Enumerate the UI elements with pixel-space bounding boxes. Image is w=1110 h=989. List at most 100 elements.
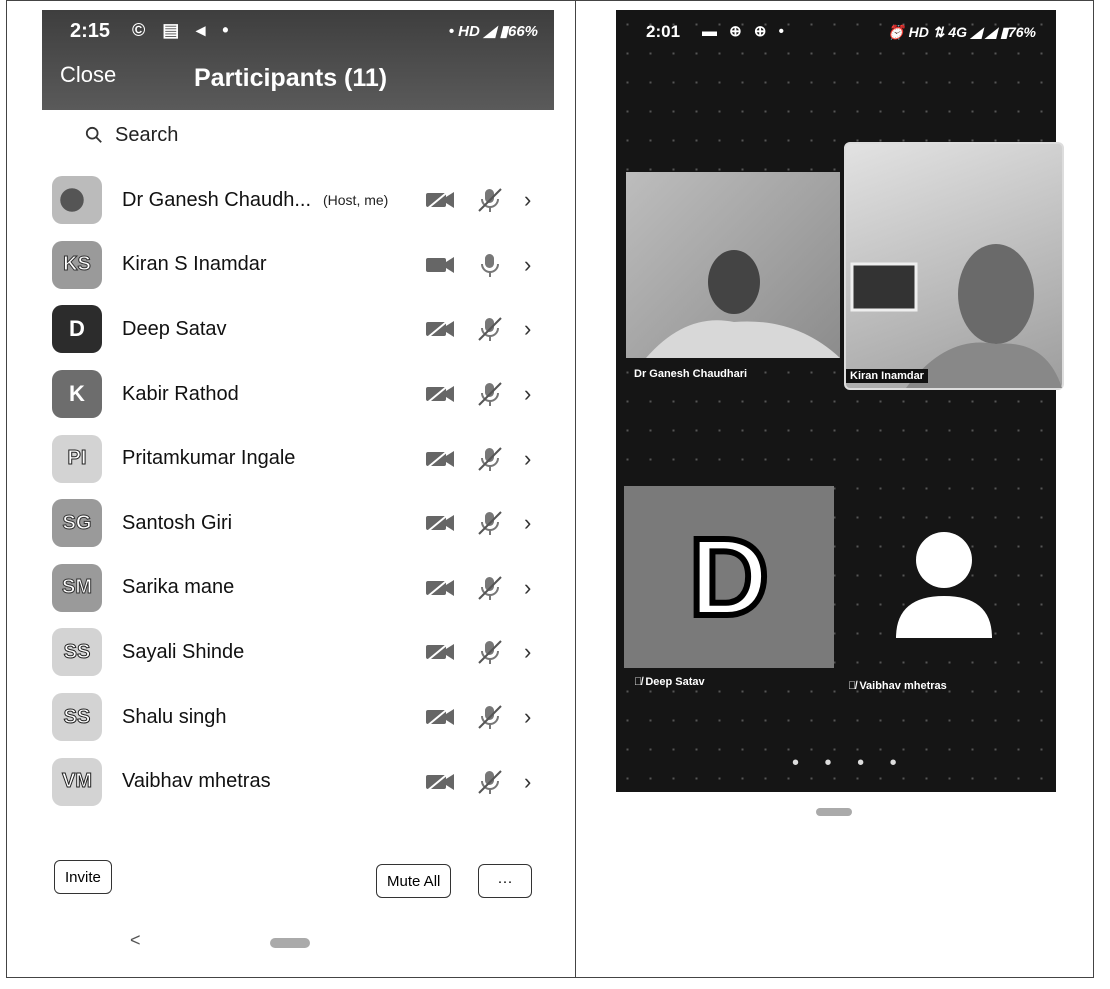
video-off-icon [426,706,454,727]
video-off-icon [426,641,454,663]
mic-off-icon: 🎙̸ [848,680,860,692]
participant-controls: › [424,297,538,362]
participant-row[interactable]: Dr Ganesh Chaudh... (Host, me) › [48,168,548,233]
host-tag: (Host, me) [323,192,389,209]
mic-on-icon [481,253,499,277]
search-bar[interactable]: Search [85,120,178,150]
participant-controls: › [424,233,538,298]
video-off-icon [426,512,454,534]
mic-off-icon [478,705,502,730]
search-input[interactable]: Search [115,124,178,147]
avatar: VM [52,757,102,806]
participant-controls: › [424,426,538,491]
status-indicators: ⏰ HD ⇅ 4G ◢ ◢ ▮76% [887,24,1036,40]
page-title: Participants (11) [194,64,388,92]
participant-row[interactable]: SM Sarika mane › [48,556,548,621]
chevron-right-icon[interactable]: › [524,510,538,536]
status-indicators: • HD ◢ ▮66% [448,23,538,40]
close-button[interactable]: Close [60,62,116,88]
tile-name-ganesh: Dr Ganesh Chaudhari [634,368,748,380]
person-avatar-icon [896,532,992,638]
chevron-right-icon[interactable]: › [524,187,538,213]
avatar: D [52,305,102,354]
home-pill-icon[interactable] [270,938,310,948]
video-tile-deep[interactable]: D [624,486,834,668]
chevron-right-icon[interactable]: › [524,704,538,730]
mute-all-button[interactable]: Mute All [376,864,452,898]
more-options-button[interactable]: ··· [478,864,532,898]
status-time: 2:01 [646,22,681,41]
participant-video [850,244,1062,388]
notification-icons: ▬ ⊕ ⊕ • [702,23,788,40]
avatar: PI [52,434,102,483]
nav-back-icon[interactable]: < [130,930,141,951]
tile-name-deep: 🎙̸ Deep Satav [634,676,705,688]
participant-row[interactable]: KS Kiran S Inamdar › [48,233,548,298]
participant-row[interactable]: SG Santosh Giri › [48,491,548,556]
participant-controls: › [424,362,538,427]
video-off-icon [426,770,454,792]
avatar: KS [52,240,102,289]
participant-row[interactable]: D Deep Satav › [48,297,548,362]
status-bar: 2:01 ▬ ⊕ ⊕ • ⏰ HD ⇅ 4G ◢ ◢ ▮76% [616,22,1056,46]
notification-icons: © ▤ ◂ • [132,20,235,40]
avatar: SS [52,693,102,742]
mic-off-icon [478,769,502,794]
tile-name-deep-text: Deep Satav [645,676,705,688]
video-tile-kiran[interactable] [844,142,1064,390]
video-on-icon [426,256,454,273]
tile-name-vaibhav-text: Vaibhav mhetras [859,680,947,692]
participant-row[interactable]: VM Vaibhav mhetras › [48,749,548,814]
avatar: SM [52,563,102,612]
participant-video [646,250,840,358]
video-tile-ganesh[interactable] [626,172,840,358]
participant-controls: › [424,685,538,750]
meeting-video-screen: 2:01 ▬ ⊕ ⊕ • ⏰ HD ⇅ 4G ◢ ◢ ▮76% Dr Ganes… [616,10,1064,792]
invite-button[interactable]: Invite [54,860,112,894]
participant-name: Vaibhav mhetras [122,770,271,793]
participant-name: Dr Ganesh Chaudh... [122,188,311,211]
chevron-right-icon[interactable]: › [524,575,538,601]
video-off-icon [426,577,454,598]
participant-name: Kiran S Inamdar [122,253,267,276]
video-off-icon [426,318,454,340]
chevron-right-icon[interactable]: › [524,381,538,407]
participant-row[interactable]: SS Shalu singh › [48,685,548,750]
mic-off-icon [478,640,502,665]
participant-list: Dr Ganesh Chaudh... (Host, me) › KS Kira… [48,168,548,814]
status-time: 2:15 [70,20,111,42]
video-off-icon [426,447,454,469]
participants-header: 2:15 © ▤ ◂ • • HD ◢ ▮66% Close Participa… [42,10,554,110]
tile-name-vaibhav: 🎙̸ Vaibhav mhetras [848,680,947,692]
chevron-right-icon[interactable]: › [524,639,538,665]
mic-off-icon [478,382,502,407]
participant-row[interactable]: PI Pritamkumar Ingale › [48,426,548,491]
page-indicator[interactable]: • • • • [792,752,907,775]
search-icon [85,126,102,143]
video-off-icon [426,189,454,211]
participant-name: Deep Satav [122,317,227,340]
chevron-right-icon[interactable]: › [524,316,538,342]
participant-name: Kabir Rathod [122,382,239,405]
chevron-right-icon[interactable]: › [524,446,538,472]
chevron-right-icon[interactable]: › [524,769,538,795]
participant-row[interactable]: K Kabir Rathod › [48,362,548,427]
participant-controls: › [424,556,538,621]
chevron-right-icon[interactable]: › [524,252,538,278]
avatar [52,176,102,225]
participant-controls: › [424,168,538,233]
mic-off-icon [478,188,502,213]
avatar-letter: D [686,513,771,642]
participant-name: Santosh Giri [122,511,233,534]
avatar: SS [52,628,102,677]
avatar: SG [52,499,102,548]
avatar: K [52,370,102,419]
participant-controls: › [424,620,538,685]
home-pill-icon[interactable] [816,808,852,816]
participant-name: Sarika mane [122,576,235,599]
participant-controls: › [424,491,538,556]
mic-off-icon [478,576,502,600]
video-off-icon [426,383,454,404]
participant-row[interactable]: SS Sayali Shinde › [48,620,548,685]
mic-off-icon [478,446,502,471]
